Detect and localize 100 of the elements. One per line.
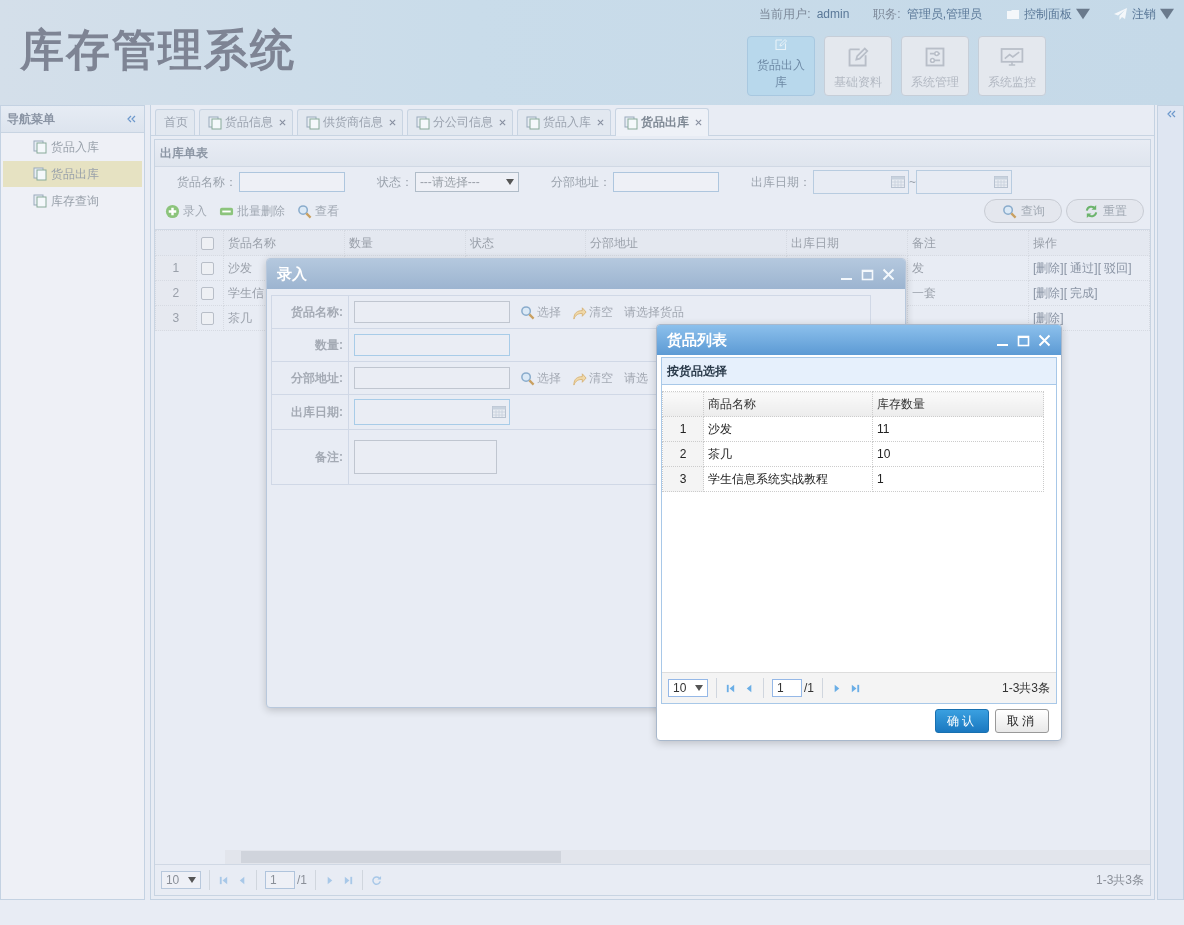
row-checkbox[interactable] xyxy=(200,262,214,276)
control-panel-menu[interactable]: 控制面板 xyxy=(1006,5,1090,23)
select-all-checkbox[interactable] xyxy=(200,237,214,251)
field-label: 数量: xyxy=(315,337,343,352)
page-size-select[interactable]: 10 xyxy=(160,871,201,889)
column-header[interactable]: 库存数量 xyxy=(877,396,925,411)
search-icon xyxy=(520,370,536,386)
first-page-icon[interactable] xyxy=(725,682,736,694)
row-checkbox[interactable] xyxy=(200,312,214,326)
column-header[interactable]: 操作 xyxy=(1032,235,1057,250)
tab[interactable]: 分公司信息 xyxy=(406,109,513,135)
row-action-link[interactable]: [ 完成] xyxy=(1063,285,1098,300)
caret-icon xyxy=(187,877,196,883)
caret-icon xyxy=(1076,8,1090,20)
date-field[interactable] xyxy=(812,170,909,194)
column-header[interactable]: 数量 xyxy=(348,235,373,250)
hint-text: 请选 xyxy=(624,370,649,385)
row-number: 2 xyxy=(679,447,687,461)
collapse-icon[interactable] xyxy=(125,115,136,123)
row-action-link[interactable]: [ 通过] xyxy=(1063,260,1098,275)
row-checkbox[interactable] xyxy=(200,287,214,301)
refresh-icon xyxy=(1083,203,1099,219)
filter-input[interactable] xyxy=(612,172,719,192)
sidebar-item[interactable]: 货品出库 xyxy=(3,161,142,187)
sidebar-title: 导航菜单 xyxy=(7,110,55,128)
row-action-link[interactable]: [删除] xyxy=(1032,285,1064,300)
status-select[interactable]: ---请选择--- xyxy=(414,172,519,192)
collapse-icon[interactable] xyxy=(1165,110,1176,118)
arrow-icon xyxy=(571,370,587,386)
page-number-field[interactable]: 1 xyxy=(772,679,802,697)
page-total: /1 xyxy=(804,681,814,695)
page-number-field[interactable]: 1 xyxy=(264,871,295,889)
role-name: 管理员,管理员 xyxy=(906,5,982,23)
maximize-icon[interactable] xyxy=(1017,333,1030,347)
toolbar-button[interactable]: 批量删除 xyxy=(218,202,285,220)
caret-icon xyxy=(695,685,703,691)
dialog-button[interactable]: 取消 xyxy=(995,709,1049,733)
edit-icon xyxy=(846,46,870,68)
column-header[interactable]: 状态 xyxy=(469,235,494,250)
page-size-select[interactable]: 10 xyxy=(668,679,708,697)
row-action-link[interactable]: [ 驳回] xyxy=(1097,260,1132,275)
table-cell[interactable]: 1 xyxy=(877,472,884,486)
close-icon[interactable] xyxy=(388,119,396,126)
close-icon[interactable] xyxy=(596,119,604,126)
row-number: 3 xyxy=(172,311,180,325)
input-field[interactable] xyxy=(354,301,510,323)
toolbar-button[interactable]: 查看 xyxy=(296,202,339,220)
dialog-title: 货品列表 xyxy=(667,330,727,350)
calendar-icon xyxy=(890,176,905,188)
remark-field[interactable] xyxy=(354,440,497,474)
tab[interactable]: 货品信息 xyxy=(198,109,293,135)
horizontal-scrollbar[interactable] xyxy=(224,850,1150,864)
table-cell[interactable]: 10 xyxy=(877,447,891,461)
hint-text: 请选择货品 xyxy=(624,304,685,319)
sidebar-item[interactable]: 货品入库 xyxy=(3,134,142,160)
select-link[interactable]: 选择 xyxy=(520,369,562,387)
table-cell[interactable]: 11 xyxy=(877,422,890,436)
table-cell: 茶几 xyxy=(227,310,252,325)
row-action-link[interactable]: [删除] xyxy=(1032,260,1064,275)
tab[interactable]: 货品入库 xyxy=(516,109,611,135)
action-button[interactable]: 重置 xyxy=(1066,199,1144,223)
close-icon[interactable] xyxy=(278,119,286,126)
close-icon[interactable] xyxy=(694,119,702,126)
column-header[interactable]: 商品名称 xyxy=(708,396,756,411)
clear-link[interactable]: 清空 xyxy=(571,303,613,321)
sidebar-item[interactable]: 库存查询 xyxy=(3,188,142,214)
table-cell: 沙发 xyxy=(227,260,252,275)
action-button[interactable]: 查询 xyxy=(984,199,1062,223)
tab[interactable]: 货品出库 xyxy=(614,108,709,136)
filter-label: 状态： xyxy=(376,173,413,191)
filter-label: 出库日期： xyxy=(750,173,811,191)
tab[interactable]: 首页 xyxy=(154,109,195,135)
input-field[interactable] xyxy=(354,334,510,356)
date-field[interactable] xyxy=(354,399,510,425)
input-field[interactable] xyxy=(354,367,510,389)
table-cell[interactable]: 沙发 xyxy=(708,421,732,436)
role-label: 职务: xyxy=(873,5,901,23)
filter-input[interactable] xyxy=(238,172,345,192)
select-link[interactable]: 选择 xyxy=(520,303,562,321)
logout-menu[interactable]: 注销 xyxy=(1114,5,1174,23)
field-label: 出库日期: xyxy=(291,404,343,419)
maximize-icon[interactable] xyxy=(861,267,874,281)
date-field[interactable] xyxy=(915,170,1012,194)
first-page-icon[interactable] xyxy=(217,874,229,886)
close-icon[interactable] xyxy=(498,119,506,126)
table-cell[interactable]: 茶几 xyxy=(708,446,732,461)
dialog-button[interactable]: 确认 xyxy=(935,709,989,733)
module-button[interactable]: 货品出入库 xyxy=(747,36,815,96)
clear-link[interactable]: 清空 xyxy=(571,369,613,387)
tab[interactable]: 供货商信息 xyxy=(296,109,403,135)
last-page-icon[interactable] xyxy=(342,874,354,886)
column-header[interactable]: 备注 xyxy=(912,235,937,250)
refresh-icon[interactable] xyxy=(370,874,382,886)
add-icon xyxy=(164,203,180,219)
page-icon xyxy=(525,115,540,130)
toolbar-button[interactable]: 录入 xyxy=(164,202,207,220)
last-page-icon[interactable] xyxy=(850,682,861,694)
app-title: 库存管理系统 xyxy=(20,23,296,77)
column-header[interactable]: 分部地址 xyxy=(590,235,639,250)
calendar-icon xyxy=(993,176,1008,188)
